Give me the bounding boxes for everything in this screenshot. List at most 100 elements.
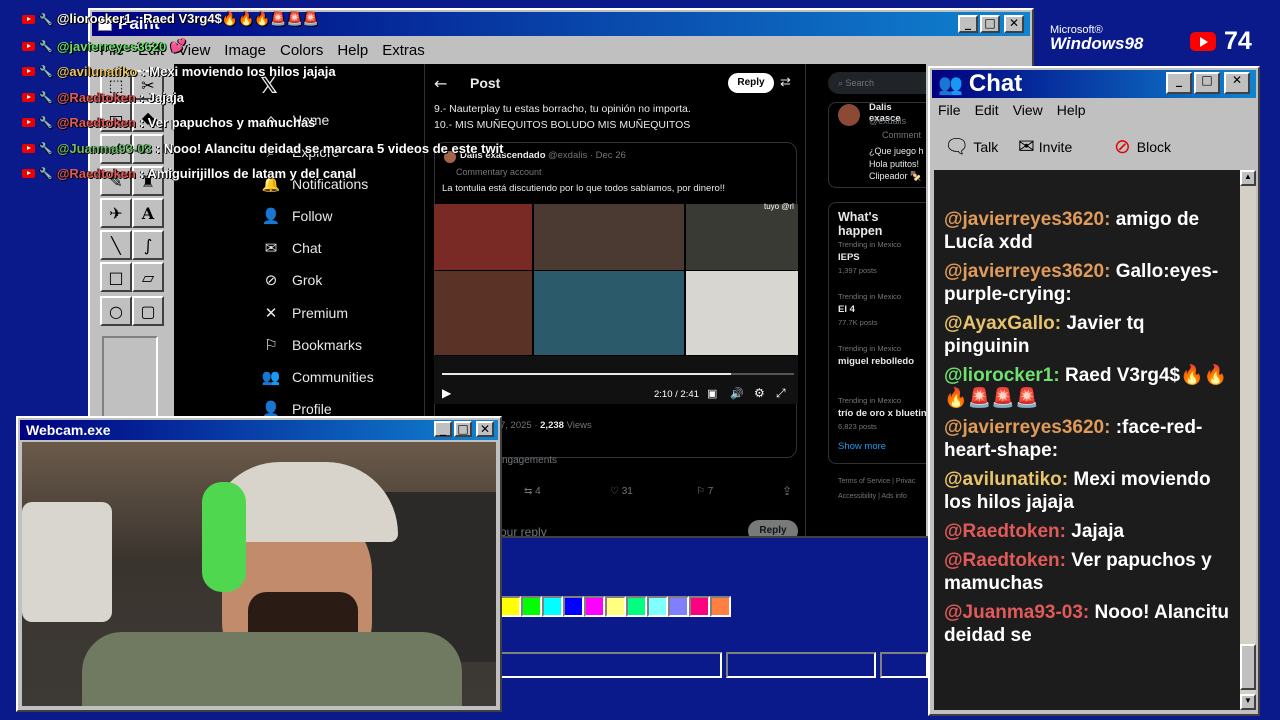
palette-swatch[interactable]	[689, 596, 710, 617]
engagements-link[interactable]: ngagements	[502, 455, 557, 466]
trend-item[interactable]: Trending in Mexico El 4 77.7K posts	[838, 292, 926, 327]
views-label: Views	[566, 420, 592, 431]
nav-follow[interactable]: 👤 Follow	[260, 203, 333, 229]
nav-bookmarks[interactable]: ⚐ Bookmarks	[260, 332, 362, 358]
wrench-icon: 🔧	[39, 66, 53, 78]
palette-swatch[interactable]	[521, 596, 542, 617]
paint-status-segment-1	[500, 652, 722, 678]
chat-menu-edit[interactable]: Edit	[975, 102, 999, 118]
close-button[interactable]: ✕	[1004, 15, 1024, 33]
webcam-close-button[interactable]: ✕	[476, 421, 494, 437]
chat-close-button[interactable]: ✕	[1224, 72, 1250, 94]
retweet-button[interactable]: ⇆ 4	[524, 486, 541, 497]
invite-button[interactable]: ✉ Invite	[1018, 134, 1072, 159]
post-line-1: 9.- Nauterplay tu estas borracho, tu opi…	[434, 103, 691, 115]
bookmark-button[interactable]: ⚐ 7	[696, 486, 713, 497]
maximize-button[interactable]: □	[980, 15, 1000, 33]
scroll-thumb[interactable]	[1240, 644, 1256, 690]
palette-swatch[interactable]	[542, 596, 563, 617]
youtube-icon	[22, 143, 35, 153]
overlay-user: @Raedtoken	[56, 115, 136, 130]
wrench-icon: 🔧	[39, 40, 53, 53]
back-arrow-icon[interactable]: ←	[434, 74, 447, 93]
footer-links-1[interactable]: Terms of Service | Privac	[838, 478, 915, 485]
rectangle-tool[interactable]: □	[100, 262, 132, 292]
trend-item[interactable]: Trending in Mexico IEPS 1,397 posts	[838, 240, 926, 275]
menu-colors[interactable]: Colors	[280, 42, 323, 59]
youtube-icon	[22, 92, 35, 102]
curve-tool[interactable]: ∫	[132, 230, 164, 260]
menu-extras[interactable]: Extras	[382, 42, 425, 59]
text-tool[interactable]: A	[132, 198, 164, 228]
palette-swatch[interactable]	[500, 596, 521, 617]
video-progress-track[interactable]	[442, 373, 794, 375]
palette-swatch[interactable]	[584, 596, 605, 617]
airbrush-tool[interactable]: ✈	[100, 198, 132, 228]
scroll-up-arrow-icon[interactable]: ▲	[1240, 170, 1256, 186]
overlay-text: : Ver papuchos y mamuchas	[139, 115, 316, 130]
chat-user: @avilunatiko:	[944, 469, 1069, 490]
rounded-rect-tool[interactable]: ▢	[132, 296, 164, 326]
captions-icon[interactable]: ▣	[707, 387, 717, 400]
trend-item[interactable]: Trending in Mexico miguel rebolledo	[838, 344, 926, 370]
block-button[interactable]: ⊘ Block	[1114, 134, 1171, 159]
grok-icon: ⊘	[264, 271, 278, 289]
line-tool[interactable]: ╲	[100, 230, 132, 260]
trend-posts: 77.7K posts	[838, 318, 878, 327]
whats-happening-title: What's happen	[838, 210, 883, 238]
nav-chat[interactable]: ✉ Chat	[260, 235, 322, 261]
ellipse-tool[interactable]: ○	[100, 296, 132, 326]
chat-message: @javierreyes3620: :face-red-heart-shape:	[944, 416, 1230, 462]
chat-minimize-button[interactable]: _	[1166, 72, 1192, 94]
chat-scrollbar[interactable]: ▲ ▼	[1240, 170, 1256, 710]
nav-premium[interactable]: ✕ Premium	[260, 300, 348, 326]
chat-menu-view[interactable]: View	[1013, 102, 1043, 118]
trend-item[interactable]: Trending in Mexico trío de oro x bluetin 6…	[838, 396, 926, 431]
search-box[interactable]: ⌕ Search	[828, 72, 926, 94]
wrench-icon: 🔧	[39, 142, 53, 155]
reply-input[interactable]: our reply	[500, 525, 547, 536]
palette-swatch[interactable]	[668, 596, 689, 617]
search-placeholder: Search	[845, 78, 875, 88]
nav-grok[interactable]: ⊘ Grok	[260, 267, 323, 293]
chat-menu-file[interactable]: File	[938, 102, 961, 118]
heart-icon: ♡	[610, 486, 619, 497]
gear-icon[interactable]: ⚙	[754, 386, 765, 400]
polygon-tool[interactable]: ▱	[132, 262, 164, 292]
reply-header-button[interactable]: Reply	[728, 73, 774, 93]
volume-icon[interactable]: 🔊	[730, 387, 744, 400]
minimize-button[interactable]: _	[958, 15, 978, 33]
overlay-top-line: 🔧 @liorocker1 : Raed V3rg4$🔥🔥🔥🚨🚨🚨	[22, 8, 319, 30]
play-icon[interactable]: ▶	[442, 386, 451, 400]
overlay-user: @Raedtoken	[56, 89, 136, 105]
palette-swatch[interactable]	[647, 596, 668, 617]
webcam-maximize-button[interactable]: □	[454, 421, 472, 437]
webcam-title: Webcam.exe	[26, 422, 111, 438]
show-more-link[interactable]: Show more	[838, 441, 886, 452]
overlay-chat-line: 🔧 @javierreyes3620 💕	[22, 35, 186, 57]
settings-sliders-icon[interactable]: ⇄	[780, 74, 791, 90]
menu-help[interactable]: Help	[337, 42, 368, 59]
reply-submit-button[interactable]: Reply	[748, 520, 798, 536]
palette-swatch[interactable]	[626, 596, 647, 617]
palette-swatch[interactable]	[563, 596, 584, 617]
trend-meta: Trending in Mexico	[838, 240, 902, 249]
search-small-icon: ⌕	[838, 78, 846, 88]
chat-message: @javierreyes3620: Gallo:eyes-purple-cryi…	[944, 260, 1230, 306]
webcam-minimize-button[interactable]: _	[434, 421, 452, 437]
menu-image[interactable]: Image	[224, 42, 266, 59]
sidebar-text-1: ¿Que juego h	[869, 146, 924, 156]
scroll-down-arrow-icon[interactable]: ▼	[1240, 694, 1256, 710]
palette-swatch[interactable]	[710, 596, 731, 617]
chat-maximize-button[interactable]: □	[1194, 72, 1220, 94]
invite-label: Invite	[1038, 138, 1073, 155]
talk-button[interactable]: 🗨 Talk	[944, 134, 998, 159]
share-icon[interactable]: ⇪	[782, 484, 792, 498]
like-button[interactable]: ♡ 31	[610, 486, 633, 497]
fullscreen-icon[interactable]: ⤢	[776, 386, 786, 401]
footer-links-2[interactable]: Accessibility | Ads info	[838, 493, 907, 500]
palette-swatch[interactable]	[605, 596, 626, 617]
nav-communities[interactable]: 👥 Communities	[260, 364, 374, 390]
overlay-text: : Jajaja	[139, 89, 184, 105]
chat-menu-help[interactable]: Help	[1057, 102, 1086, 118]
